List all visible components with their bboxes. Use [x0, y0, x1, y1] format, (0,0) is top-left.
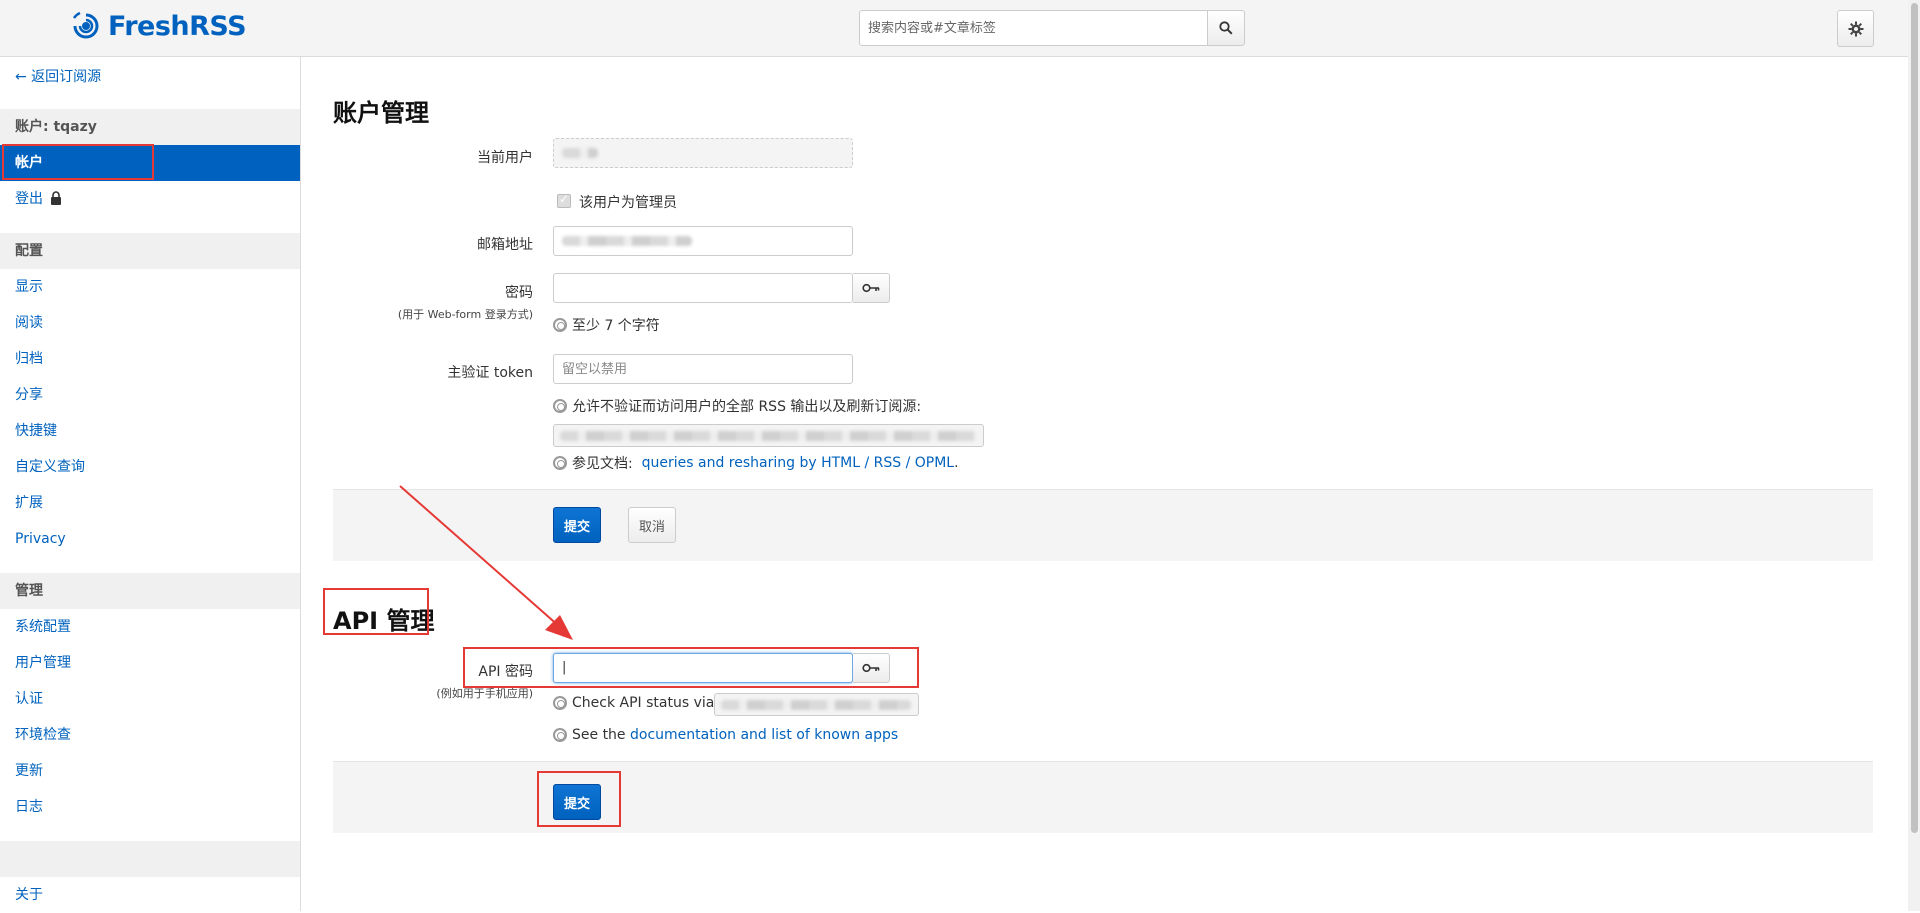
sidebar-item-queries[interactable]: 自定义查询 — [0, 449, 300, 485]
password-help: 至少 7 个字符 — [553, 315, 660, 335]
lock-icon — [51, 191, 62, 205]
password-toggle-button[interactable] — [853, 273, 890, 303]
settings-button[interactable] — [1837, 10, 1874, 47]
password-label: 密码 — [505, 285, 533, 301]
annotation-box-api-password — [463, 647, 919, 688]
sidebar-item-check-install[interactable]: 环境检查 — [0, 717, 300, 753]
annotation-box-account — [2, 144, 154, 180]
password-sublabel: (用于 Web-form 登录方式) — [397, 308, 533, 321]
docs-help: 参见文档: queries and resharing by HTML / RS… — [553, 453, 959, 473]
help-icon — [553, 696, 567, 710]
scrollbar[interactable] — [1908, 0, 1920, 911]
header: FreshRSS — [0, 0, 1908, 57]
sidebar-item-archiving[interactable]: 归档 — [0, 341, 300, 377]
sidebar-section-config: 配置 — [0, 233, 300, 269]
help-icon — [553, 318, 567, 332]
annotation-box-api-submit — [537, 771, 621, 827]
sidebar-section-spacer — [0, 841, 300, 877]
account-form-actions: 提交 取消 — [333, 489, 1873, 561]
api-status-url — [714, 693, 919, 716]
sidebar-item-update[interactable]: 更新 — [0, 753, 300, 789]
sidebar-item-users[interactable]: 用户管理 — [0, 645, 300, 681]
redacted-value — [562, 148, 598, 158]
admin-checkbox[interactable] — [557, 192, 571, 208]
search-icon — [1219, 21, 1233, 35]
sidebar-item-shortcuts[interactable]: 快捷键 — [0, 413, 300, 449]
sidebar-item-logs[interactable]: 日志 — [0, 789, 300, 825]
search-bar — [859, 10, 1245, 46]
token-label: 主验证 token — [447, 365, 533, 381]
sidebar-item-about[interactable]: 关于 — [0, 877, 300, 913]
sidebar-item-auth[interactable]: 认证 — [0, 681, 300, 717]
admin-checkbox-label: 该用户为管理员 — [579, 195, 677, 211]
api-docs-link[interactable]: documentation and list of known apps — [630, 727, 898, 743]
docs-link[interactable]: queries and resharing by HTML / RSS / OP… — [642, 455, 954, 471]
logo-text: FreshRSS — [108, 10, 247, 42]
account-title: 账户管理 — [333, 99, 429, 127]
token-help: 允许不验证而访问用户的全部 RSS 输出以及刷新订阅源: — [553, 396, 921, 416]
sidebar-item-logout[interactable]: 登出 — [0, 181, 300, 217]
sidebar-item-label: 登出 — [15, 191, 43, 207]
search-button[interactable] — [1208, 10, 1245, 46]
sidebar-item-reading[interactable]: 阅读 — [0, 305, 300, 341]
sidebar-section-admin: 管理 — [0, 573, 300, 609]
current-user-field — [553, 138, 853, 168]
gear-icon — [1848, 21, 1863, 36]
email-field[interactable] — [553, 226, 853, 256]
redacted-value — [560, 431, 976, 441]
redacted-value — [562, 236, 692, 246]
token-rss-url — [553, 424, 984, 447]
help-icon — [553, 399, 567, 413]
api-docs-help: See the documentation and list of known … — [553, 727, 898, 743]
help-icon — [553, 456, 567, 470]
sidebar-item-system[interactable]: 系统配置 — [0, 609, 300, 645]
scrollbar-thumb[interactable] — [1911, 3, 1918, 833]
email-label: 邮箱地址 — [477, 237, 533, 253]
current-user-label: 当前用户 — [477, 150, 533, 166]
account-cancel-button[interactable]: 取消 — [628, 507, 677, 543]
redacted-value — [721, 700, 911, 710]
token-field[interactable] — [553, 354, 853, 384]
back-to-feeds-link[interactable]: ← 返回订阅源 — [15, 66, 101, 86]
sidebar-item-privacy[interactable]: Privacy — [0, 521, 300, 557]
sidebar-item-sharing[interactable]: 分享 — [0, 377, 300, 413]
account-submit-button[interactable]: 提交 — [553, 507, 602, 543]
sidebar-item-display[interactable]: 显示 — [0, 269, 300, 305]
sidebar: ← 返回订阅源 账户: tqazy 帐户 登出 配置 显示 阅读 归档 分享 快… — [0, 57, 301, 911]
logo[interactable]: FreshRSS — [70, 10, 247, 42]
sidebar-section-account: 账户: tqazy — [0, 109, 300, 145]
key-icon — [862, 283, 880, 293]
annotation-box-api-title — [323, 588, 429, 635]
freshrss-logo-icon — [72, 11, 99, 39]
api-status-help: Check API status via: — [553, 695, 719, 711]
help-icon — [553, 728, 567, 742]
search-input[interactable] — [859, 10, 1208, 46]
password-field[interactable] — [553, 273, 853, 303]
sidebar-item-extensions[interactable]: 扩展 — [0, 485, 300, 521]
